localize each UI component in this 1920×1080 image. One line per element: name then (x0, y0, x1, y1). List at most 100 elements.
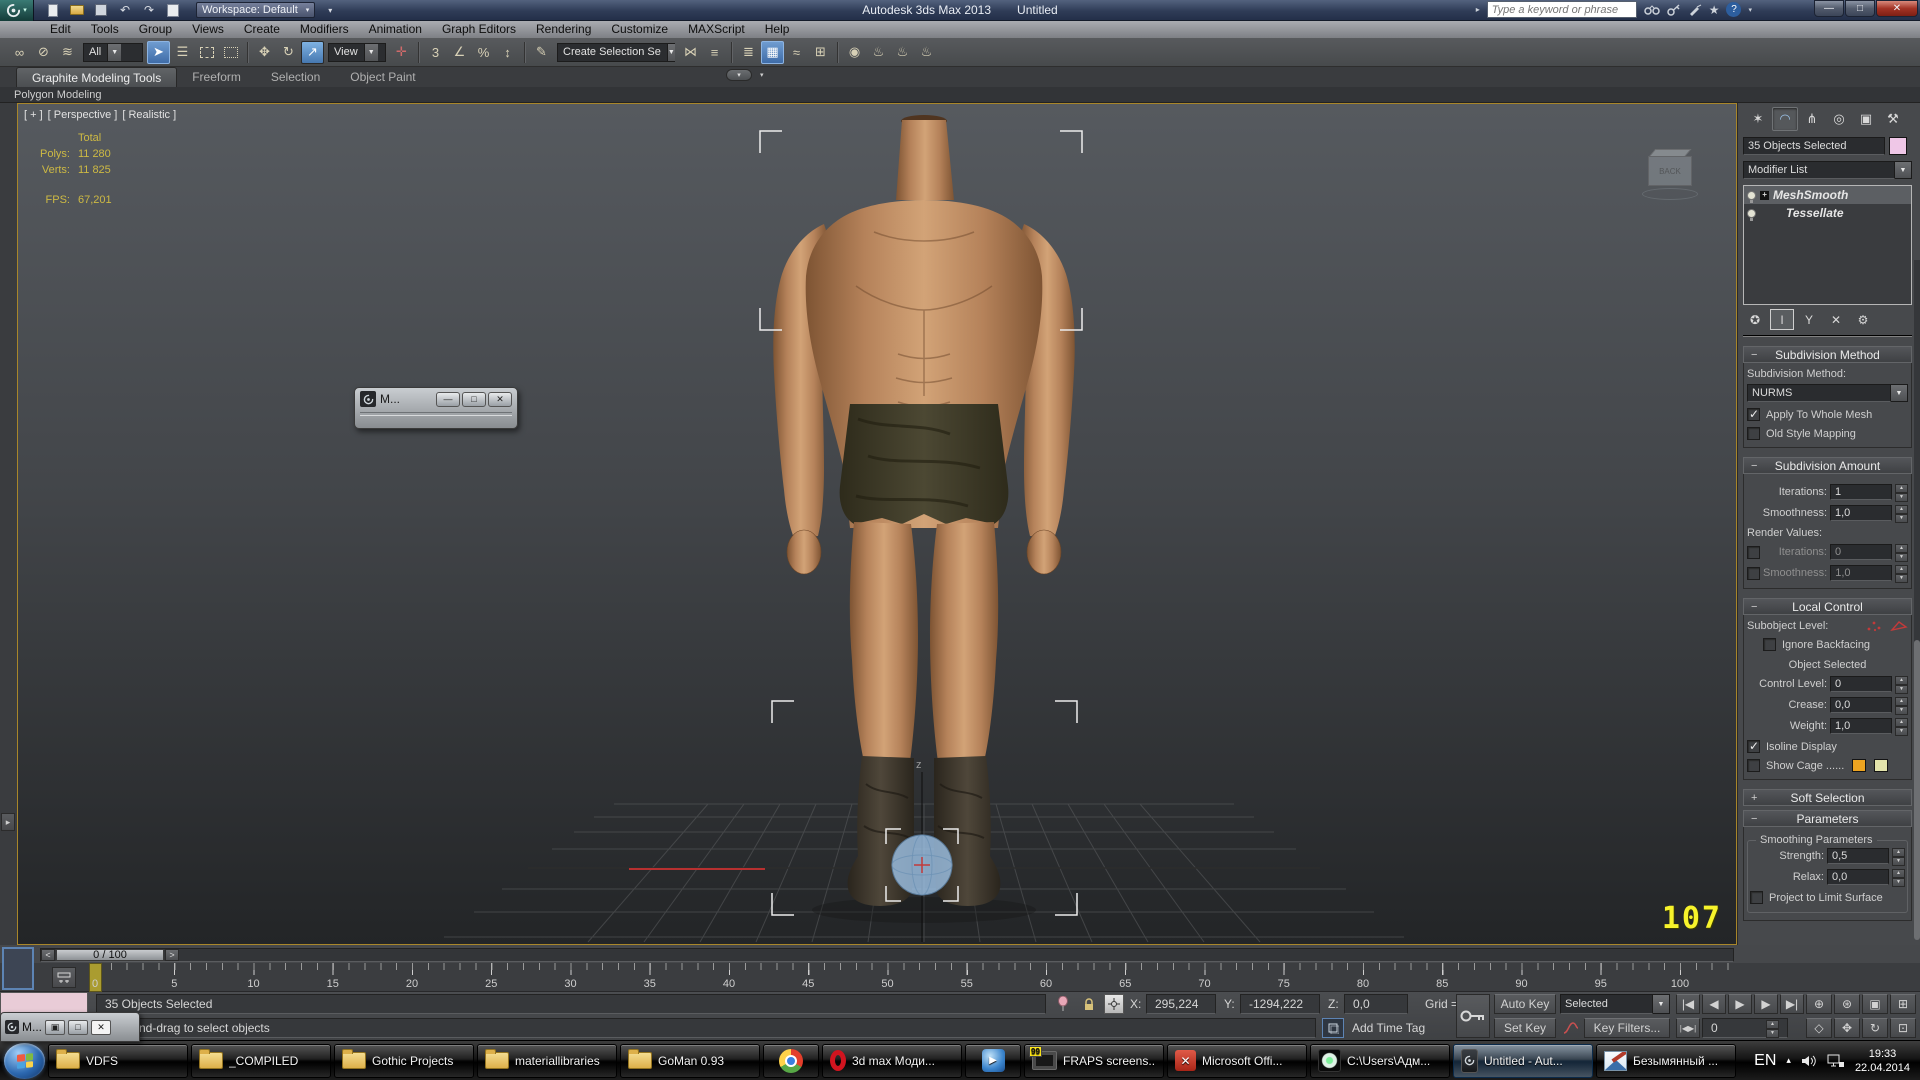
isolate-selection-icon[interactable] (1052, 994, 1074, 1014)
object-name-field[interactable]: 35 Objects Selected (1743, 137, 1885, 155)
select-by-name-button[interactable]: ☰ (171, 41, 194, 64)
modifier-list-dropdown[interactable]: Modifier List ▼ (1743, 161, 1912, 179)
rollout-header-local-control[interactable]: − Local Control (1743, 598, 1912, 615)
help-icon[interactable]: ? (1726, 2, 1741, 17)
toolbar-overflow-button[interactable]: ▾ (321, 3, 339, 18)
perspective-viewport[interactable]: z [ + ] [ Perspective ] [ Realistic ] To… (17, 103, 1737, 945)
taskbar-item-console-users[interactable]: C:\Users\Адм... (1310, 1044, 1450, 1078)
taskbar-item-opera-3dmax-mod[interactable]: 3d max Моди... (822, 1044, 962, 1078)
x-coordinate-field[interactable]: 295,224 (1146, 994, 1216, 1014)
play-animation-button[interactable]: ▶ (1728, 994, 1752, 1014)
pin-stack-icon[interactable]: ✪ (1743, 309, 1767, 330)
menu-customize[interactable]: Customize (601, 21, 678, 38)
zoom-extents-button[interactable]: ▣ (1862, 994, 1888, 1014)
menu-create[interactable]: Create (234, 21, 290, 38)
help-dropdown-icon[interactable]: ▾ (1748, 6, 1752, 14)
weight-field[interactable]: 1,0 (1830, 718, 1892, 734)
taskbar-item-paint[interactable]: Безымянный ... (1596, 1044, 1736, 1078)
previous-frame-arrow[interactable]: < (41, 949, 55, 961)
go-to-start-button[interactable]: |◀ (1676, 994, 1700, 1014)
angle-snap-toggle[interactable]: ∠ (448, 41, 471, 64)
percent-snap-toggle[interactable]: % (472, 41, 495, 64)
mini-curve-editor-button[interactable] (2, 947, 34, 990)
curve-editor-button[interactable]: ≈ (785, 41, 808, 64)
set-keys-button[interactable] (1456, 994, 1490, 1038)
strength-spinner[interactable]: ▲▼ (1892, 848, 1905, 864)
close-button[interactable]: ✕ (1876, 0, 1918, 17)
select-and-rotate-button[interactable]: ↻ (277, 41, 300, 64)
menu-graph-editors[interactable]: Graph Editors (432, 21, 526, 38)
smoothness-spinner[interactable]: ▲▼ (1895, 505, 1908, 521)
render-production-button[interactable]: ♨ (915, 41, 938, 64)
window-crossing-toggle[interactable] (219, 41, 242, 64)
language-indicator[interactable]: EN (1754, 1052, 1776, 1070)
application-menu-button[interactable]: ▾ (0, 0, 34, 21)
subdivision-method-dropdown[interactable]: NURMS ▼ (1747, 384, 1908, 402)
close-button[interactable]: ✕ (91, 1020, 111, 1035)
menu-help[interactable]: Help (755, 21, 800, 38)
character-model[interactable] (773, 115, 1074, 906)
bind-to-spacewarp-icon[interactable]: ≋ (56, 41, 79, 64)
polygon-modeling-panel-label[interactable]: Polygon Modeling (14, 89, 101, 101)
mirror-button[interactable]: ⋈ (679, 41, 702, 64)
control-level-field[interactable]: 0 (1830, 676, 1892, 692)
select-and-manipulate-button[interactable]: ✛ (390, 41, 413, 64)
viewport-general-menu[interactable]: [ + ] (24, 109, 43, 121)
default-in-out-tangent-icon[interactable] (1560, 1018, 1582, 1038)
snaps-toggle-button[interactable]: 3 (424, 41, 447, 64)
ignore-backfacing-checkbox[interactable] (1763, 638, 1776, 651)
maximize-button[interactable]: □ (1845, 0, 1875, 17)
minimize-button[interactable]: — (436, 392, 460, 407)
viewport-shading-menu[interactable]: [ Realistic ] (122, 109, 176, 121)
object-color-swatch[interactable] (1889, 137, 1907, 155)
pan-view-button[interactable]: ✥ (1834, 1018, 1860, 1038)
make-unique-icon[interactable]: Y (1797, 309, 1821, 330)
align-button[interactable]: ≡ (703, 41, 726, 64)
frame-spinner[interactable]: ▲▼ (1766, 1020, 1779, 1036)
cage-color-swatch[interactable] (1852, 759, 1866, 772)
schematic-view-button[interactable]: ⊞ (809, 41, 832, 64)
add-time-tag[interactable]: Add Time Tag (1352, 1018, 1425, 1038)
render-smoothness-field[interactable]: 1,0 (1830, 565, 1892, 581)
tab-motion-icon[interactable]: ◎ (1826, 107, 1852, 131)
ribbon-tab-selection[interactable]: Selection (256, 67, 335, 87)
relax-field[interactable]: 0,0 (1827, 869, 1889, 885)
communication-center-icon[interactable] (1688, 4, 1702, 16)
render-iterations-checkbox[interactable] (1747, 546, 1760, 559)
layer-manager-button[interactable]: ≣ (737, 41, 760, 64)
viewport-pov-menu[interactable]: [ Perspective ] (48, 109, 118, 121)
strength-field[interactable]: 0,5 (1827, 848, 1889, 864)
scrollbar-thumb[interactable] (1914, 640, 1920, 940)
menu-tools[interactable]: Tools (81, 21, 129, 38)
taskbar-item-gothic-projects[interactable]: Gothic Projects (334, 1044, 474, 1078)
ribbon-tab-object-paint[interactable]: Object Paint (335, 67, 430, 87)
tab-hierarchy-icon[interactable]: ⋔ (1799, 107, 1825, 131)
selection-set-dropdown[interactable]: Selected ▼ (1560, 994, 1670, 1014)
next-frame-button[interactable]: ▶ (1754, 994, 1778, 1014)
search-history-button[interactable]: ▸ (1476, 5, 1480, 14)
rollout-header-parameters[interactable]: − Parameters (1743, 810, 1912, 827)
project-to-limit-surface-checkbox[interactable] (1750, 891, 1763, 904)
open-file-button[interactable] (68, 3, 86, 18)
infocenter-search-input[interactable] (1487, 1, 1637, 18)
maximize-button[interactable]: □ (462, 392, 486, 407)
taskbar-item-compiled[interactable]: _COMPILED (191, 1044, 331, 1078)
unlink-selection-icon[interactable]: ⊘ (32, 41, 55, 64)
taskbar-item-fraps[interactable]: 99FRAPS screens... (1024, 1044, 1164, 1078)
favorites-star-icon[interactable]: ★ (1709, 3, 1720, 17)
render-setup-button[interactable]: ♨ (867, 41, 890, 64)
ribbon-tab-graphite-modeling-tools[interactable]: Graphite Modeling Tools (16, 67, 177, 87)
zoom-extents-all-button[interactable]: ⊞ (1890, 994, 1916, 1014)
menu-maxscript[interactable]: MAXScript (678, 21, 755, 38)
show-cage-checkbox[interactable] (1747, 759, 1760, 772)
ribbon-state-caret[interactable]: ▾ (760, 71, 764, 79)
modifier-enable-bulb-icon[interactable] (1747, 209, 1756, 218)
configure-modifier-sets-icon[interactable]: ⚙ (1851, 309, 1875, 330)
rollout-header-subdivision-amount[interactable]: − Subdivision Amount (1743, 457, 1912, 474)
menu-edit[interactable]: Edit (40, 21, 81, 38)
maximize-viewport-toggle[interactable]: ⊡ (1890, 1018, 1916, 1038)
orbit-button[interactable]: ↻ (1862, 1018, 1888, 1038)
iterations-spinner[interactable]: ▲▼ (1895, 484, 1908, 500)
isoline-display-checkbox[interactable] (1747, 740, 1760, 753)
expand-left-panel-button[interactable]: ▸ (1, 813, 15, 831)
